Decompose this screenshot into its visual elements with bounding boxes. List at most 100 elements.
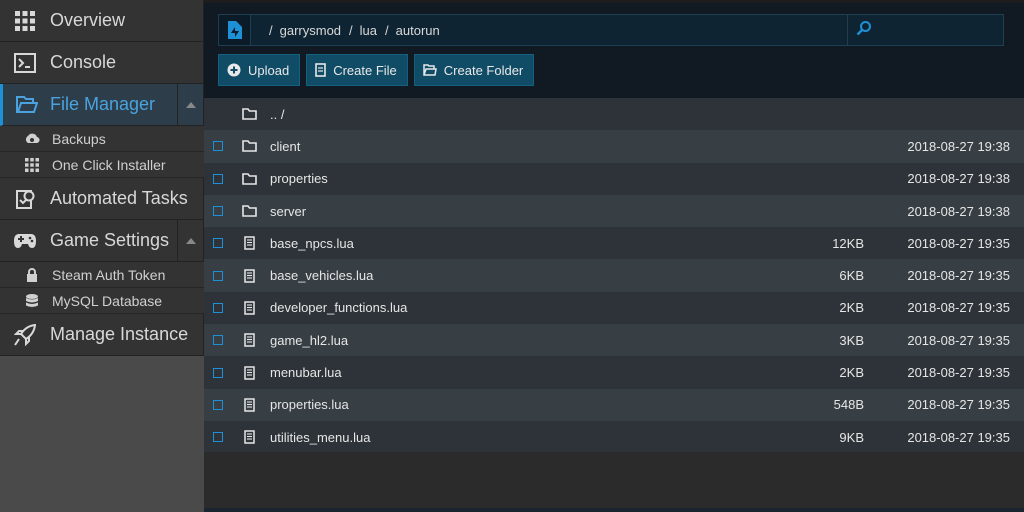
gamepad-icon [0, 233, 50, 249]
file-name: client [270, 138, 301, 154]
row-checkbox[interactable] [204, 302, 230, 313]
sidebar-item-file-manager[interactable]: File Manager [0, 84, 204, 126]
row-checkbox[interactable] [204, 399, 230, 410]
file-date: 2018-08-27 19:35 [907, 268, 1010, 284]
sidebar-item-manage-instance[interactable]: Manage Instance [0, 314, 204, 356]
file-row[interactable]: server 2018-08-27 19:38 [204, 194, 1024, 228]
file-name: menubar.lua [270, 365, 342, 381]
sidebar-item-label: Console [50, 52, 117, 72]
folder-icon [230, 172, 268, 185]
sidebar-subitem-label: Steam Auth Token [52, 266, 166, 283]
file-manager-header: / garrysmod / lua / autorun Upload Creat… [204, 0, 1024, 98]
collapse-caret-icon[interactable] [177, 220, 203, 261]
breadcrumb-segment[interactable]: garrysmod [280, 23, 341, 38]
row-checkbox[interactable] [204, 206, 230, 217]
breadcrumb: / garrysmod / lua / autorun [251, 23, 847, 38]
sidebar-subitem-backups[interactable]: Backups [0, 126, 204, 152]
breadcrumb-separator: / [269, 22, 273, 38]
app-window: Overview Console File Manager Backups On… [0, 0, 1024, 512]
row-checkbox[interactable] [204, 432, 230, 443]
row-checkbox[interactable] [204, 238, 230, 249]
breadcrumb-segment[interactable]: lua [360, 23, 377, 38]
search-icon[interactable] [856, 20, 872, 41]
file-row[interactable]: properties 2018-08-27 19:38 [204, 162, 1024, 195]
file-date: 2018-08-27 19:35 [907, 235, 1010, 251]
main-panel: / garrysmod / lua / autorun Upload Creat… [204, 0, 1024, 512]
lock-icon [12, 267, 52, 282]
sidebar-item-overview[interactable]: Overview [0, 0, 204, 42]
sidebar-subitem-label: Backups [52, 130, 106, 147]
file-name: .. / [270, 106, 285, 122]
backup-icon [12, 133, 52, 145]
file-row[interactable]: developer_functions.lua 2KB 2018-08-27 1… [204, 291, 1024, 325]
file-row[interactable]: base_vehicles.lua 6KB 2018-08-27 19:35 [204, 259, 1024, 292]
row-checkbox[interactable] [204, 270, 230, 281]
file-name: properties.lua [270, 397, 349, 413]
file-icon [230, 268, 268, 283]
top-strip [204, 0, 1024, 3]
create-file-button[interactable]: Create File [306, 54, 408, 86]
terminal-icon [0, 52, 50, 73]
file-actions: Upload Create File Create Folder [218, 54, 535, 86]
parent-directory-row[interactable]: .. / [204, 98, 1024, 131]
refresh-logo-icon[interactable] [219, 15, 251, 45]
rocket-icon [0, 323, 50, 346]
file-name: developer_functions.lua [270, 300, 408, 316]
file-name: properties [270, 171, 328, 187]
row-checkbox[interactable] [204, 173, 230, 184]
folder-icon [230, 140, 268, 153]
file-row[interactable]: menubar.lua 2KB 2018-08-27 19:35 [204, 356, 1024, 389]
file-icon [230, 430, 268, 444]
sidebar-subitem-label: One Click Installer [52, 156, 166, 173]
file-icon [230, 236, 268, 251]
tasks-icon [0, 188, 50, 210]
create-folder-label: Create Folder [443, 62, 524, 78]
file-name: base_vehicles.lua [270, 268, 374, 284]
collapse-caret-icon[interactable] [177, 84, 203, 125]
upload-button[interactable]: Upload [218, 54, 301, 86]
folder-open-icon [3, 95, 50, 114]
folder-icon [230, 108, 268, 120]
file-icon [230, 333, 268, 347]
file-date: 2018-08-27 19:35 [907, 429, 1010, 445]
file-icon [230, 301, 268, 315]
file-name: game_hl2.lua [270, 332, 349, 348]
file-row[interactable]: game_hl2.lua 3KB 2018-08-27 19:35 [204, 324, 1024, 357]
file-row[interactable]: utilities_menu.lua 9KB 2018-08-27 19:35 [204, 420, 1024, 454]
file-date: 2018-08-27 19:35 [907, 365, 1010, 381]
grid-icon [0, 10, 50, 31]
sidebar-item-label: Overview [50, 10, 126, 30]
create-folder-button[interactable]: Create Folder [413, 54, 535, 86]
bottom-border [204, 508, 1024, 512]
sidebar-nav: Overview Console File Manager Backups On… [0, 0, 204, 356]
file-name: base_npcs.lua [270, 235, 354, 251]
file-size: 3KB [839, 332, 864, 348]
file-date: 2018-08-27 19:38 [907, 138, 1010, 154]
sidebar: Overview Console File Manager Backups On… [0, 0, 204, 512]
empty-area [204, 452, 1024, 512]
file-size: 548B [833, 397, 864, 413]
database-icon [12, 293, 52, 308]
grid-icon [12, 157, 52, 172]
file-name: server [270, 203, 307, 219]
file-size: 9KB [839, 429, 864, 445]
file-date: 2018-08-27 19:38 [907, 171, 1010, 187]
file-row[interactable]: properties.lua 548B 2018-08-27 19:35 [204, 388, 1024, 421]
row-checkbox[interactable] [204, 367, 230, 378]
sidebar-item-console[interactable]: Console [0, 42, 204, 84]
sidebar-item-game-settings[interactable]: Game Settings [0, 220, 204, 262]
sidebar-subitem-one-click-installer[interactable]: One Click Installer [0, 152, 204, 178]
search-field[interactable] [847, 15, 1003, 45]
file-row[interactable]: client 2018-08-27 19:38 [204, 130, 1024, 163]
breadcrumb-segment[interactable]: autorun [396, 23, 440, 38]
file-icon [230, 398, 268, 412]
row-checkbox[interactable] [204, 335, 230, 346]
sidebar-subitem-steam-auth-token[interactable]: Steam Auth Token [0, 262, 204, 288]
sidebar-item-automated-tasks[interactable]: Automated Tasks [0, 178, 204, 220]
file-row[interactable]: base_npcs.lua 12KB 2018-08-27 19:35 [204, 227, 1024, 260]
path-bar: / garrysmod / lua / autorun [218, 14, 1004, 46]
breadcrumb-separator: / [349, 22, 353, 38]
folder-open-icon [423, 64, 437, 76]
sidebar-subitem-mysql-database[interactable]: MySQL Database [0, 288, 204, 314]
row-checkbox[interactable] [204, 141, 230, 152]
